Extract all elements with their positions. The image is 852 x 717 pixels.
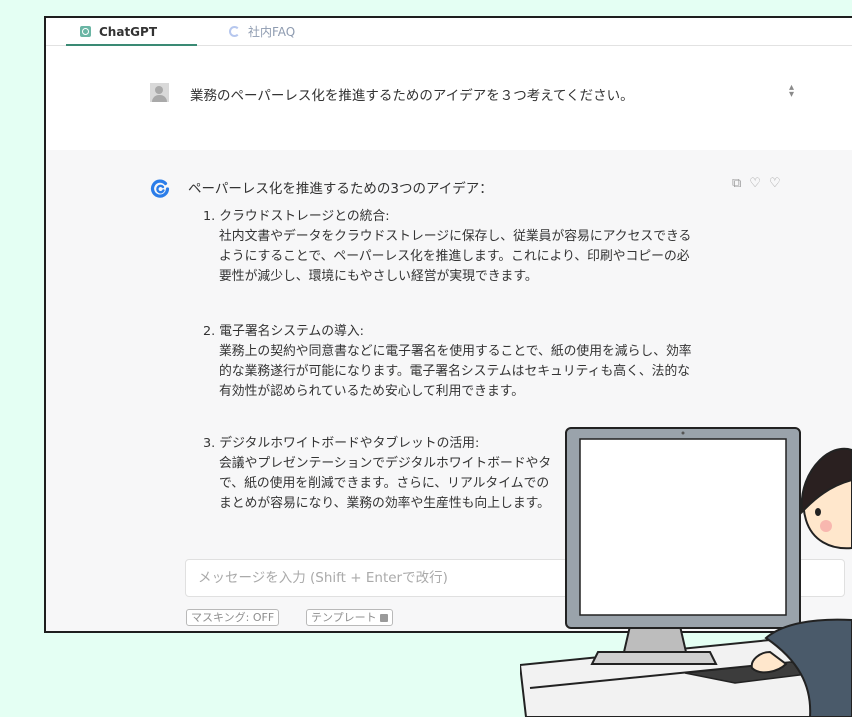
- template-button[interactable]: テンプレート: [306, 609, 393, 626]
- sort-icon[interactable]: ▴ ▾: [789, 83, 794, 100]
- chatgpt-icon: [80, 26, 91, 37]
- computer-user-illustration: [520, 427, 852, 717]
- item-heading: 1. クラウドストレージとの統合:: [203, 209, 390, 224]
- tab-chatgpt[interactable]: ChatGPT: [65, 18, 198, 46]
- user-message-text: 業務のペーパーレス化を推進するためのアイデアを３つ考えてください。: [190, 88, 634, 104]
- answer-title: ペーパーレス化を推進するための3つのアイデア：: [188, 181, 493, 197]
- thumbs-up-icon[interactable]: ♡: [749, 176, 769, 191]
- item-line: 要性が減少し、環境にもやさしい経営が実現できます。: [219, 269, 538, 284]
- item-line: 業務上の契約や同意書などに電子署名を使用することで、紙の使用を減らし、効率: [219, 344, 692, 359]
- user-message: 業務のペーパーレス化を推進するためのアイデアを３つ考えてください。 ▴ ▾: [46, 46, 852, 150]
- item-line: 有効性が認められているため安心して利用できます。: [219, 384, 525, 399]
- faq-icon: [229, 26, 240, 37]
- list-item: 2. 電子署名システムの導入: 業務上の契約や同意書などに電子署名を使用すること…: [203, 322, 733, 402]
- masking-toggle[interactable]: マスキング: OFF: [186, 609, 280, 626]
- list-item: 1. クラウドストレージとの統合: 社内文書やデータをクラウドストレージに保存し…: [203, 207, 733, 287]
- item-line: 的な業務遂行が可能になります。電子署名システムはセキュリティも高く、法的な: [219, 364, 691, 379]
- item-heading: 2. 電子署名システムの導入:: [203, 324, 364, 339]
- template-label: テンプレート: [311, 611, 377, 624]
- masking-label: マスキング: OFF: [191, 611, 275, 624]
- item-line: 社内文書やデータをクラウドストレージに保存し、従業員が容易にアクセスできる: [219, 229, 692, 244]
- answer-tools: ⧉♡♡: [732, 176, 789, 191]
- assistant-icon: [150, 179, 170, 198]
- user-avatar: [150, 83, 169, 102]
- thumbs-down-icon[interactable]: ♡: [769, 176, 789, 191]
- item-line: ようにすることで、ペーパーレス化を推進します。これにより、印刷やコピーの必: [219, 249, 690, 264]
- tab-label: 社内FAQ: [248, 25, 296, 39]
- template-icon: [379, 614, 388, 622]
- tab-faq[interactable]: 社内FAQ: [229, 18, 295, 45]
- tab-bar: ChatGPT 社内FAQ: [46, 18, 852, 46]
- tab-label: ChatGPT: [99, 24, 158, 39]
- copy-icon[interactable]: ⧉: [732, 176, 749, 191]
